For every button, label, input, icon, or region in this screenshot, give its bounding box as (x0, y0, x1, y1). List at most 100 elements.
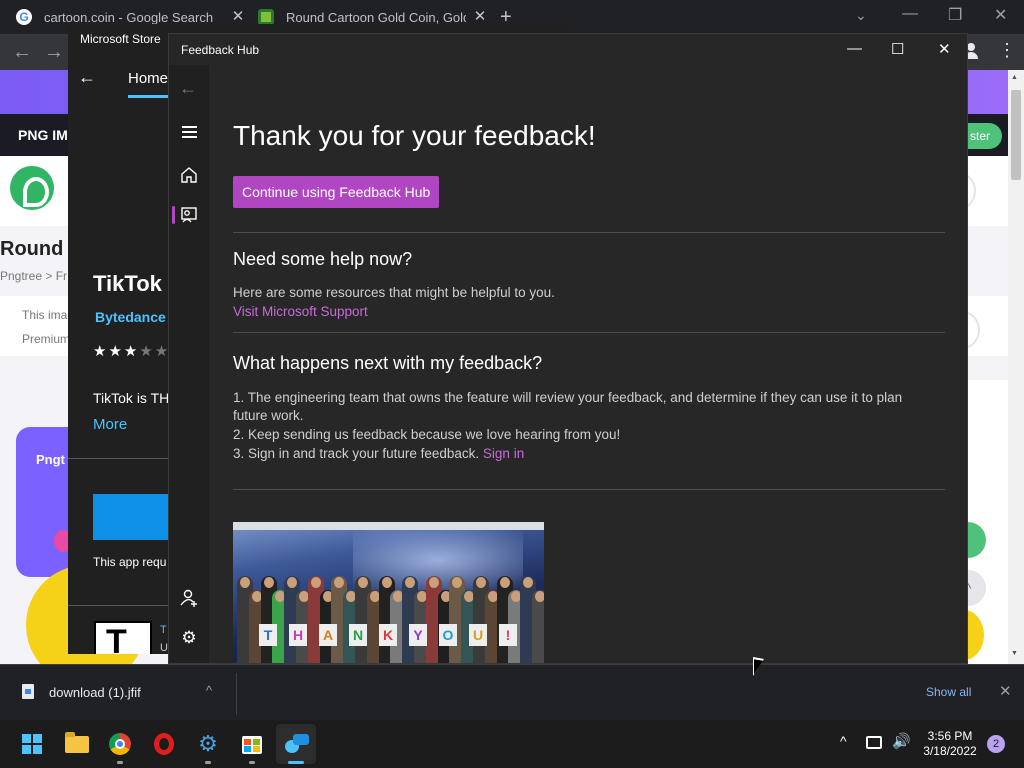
chrome-minimize-button[interactable]: — (902, 5, 918, 23)
browser-forward-button[interactable]: → (44, 41, 64, 64)
settings-taskbar-button[interactable]: ⚙ (188, 724, 228, 764)
show-all-downloads-button[interactable]: Show all (926, 685, 971, 699)
store-tab-home[interactable]: Home (128, 70, 168, 87)
download-options-chevron-icon[interactable]: ^ (206, 683, 212, 698)
fh-minimize-button[interactable]: — (847, 40, 862, 57)
notification-badge[interactable]: 2 (987, 735, 1005, 753)
hamburger-menu-icon[interactable] (179, 123, 199, 143)
photo-person-head (452, 577, 463, 588)
store-divider (68, 605, 168, 606)
photo-people-group (233, 572, 544, 663)
network-icon[interactable] (866, 736, 882, 749)
chrome-restore-button[interactable]: ❐ (948, 5, 962, 25)
close-downloads-bar-button[interactable]: ✕ (999, 682, 1012, 700)
photo-sign-letter: ! (499, 624, 517, 646)
running-indicator (117, 761, 123, 764)
breadcrumb[interactable]: Pngtree > Fr (0, 269, 67, 283)
tab-close-icon[interactable]: ✕ (472, 9, 488, 25)
scroll-up-arrow-icon[interactable]: ▲ (1011, 74, 1018, 81)
store-window-title: Microsoft Store (80, 32, 161, 46)
photo-sign-letter: A (319, 624, 337, 646)
active-indicator (288, 761, 304, 764)
fh-maximize-button[interactable]: ☐ (891, 40, 904, 58)
folder-icon (65, 732, 89, 753)
store-requirement-text: This app requ (93, 555, 167, 569)
photo-person-head (535, 591, 544, 602)
tab-title: Round Cartoon Gold Coin, Gold (286, 9, 466, 25)
photo-sign-letter: O (439, 624, 457, 646)
settings-gear-icon[interactable]: ⚙ (179, 628, 199, 648)
section-divider (233, 332, 945, 333)
photo-sign-letter: T (259, 624, 277, 646)
photo-sign-letter: H (289, 624, 307, 646)
store-back-button[interactable]: ← (78, 67, 96, 88)
home-icon[interactable] (179, 165, 199, 185)
downloads-bar: download (1).jfif ^ Show all ✕ (0, 664, 1024, 720)
start-button[interactable] (12, 724, 52, 764)
download-file-name[interactable]: download (1).jfif (49, 685, 141, 700)
photo-person-head (358, 577, 368, 588)
page-heading: Round (0, 238, 64, 260)
feedback-hub-taskbar-button[interactable] (276, 724, 316, 764)
feedback-hub-titlebar: Feedback Hub — ☐ ✕ (169, 34, 967, 65)
show-hidden-icons-chevron-icon[interactable]: ^ (840, 733, 847, 749)
photo-person-head (499, 577, 510, 588)
esrb-rating-link[interactable]: T (160, 624, 167, 636)
esrb-rating-icon (94, 621, 152, 654)
store-tab-indicator (128, 95, 168, 98)
microsoft-store-taskbar-button[interactable] (232, 724, 272, 764)
sign-in-link[interactable]: Sign in (483, 446, 524, 461)
photo-sign-letter: K (379, 624, 397, 646)
tab-search-chevron-icon[interactable]: ⌄ (855, 7, 867, 24)
store-publisher-link[interactable]: Bytedance (95, 309, 166, 325)
chrome-menu-icon[interactable]: ⋮ (998, 40, 1016, 61)
photo-person-head (334, 577, 345, 588)
chrome-taskbar-button[interactable] (100, 724, 140, 764)
opera-icon (154, 733, 174, 755)
google-favicon-icon (16, 9, 32, 25)
site-nav-title[interactable]: PNG IM (18, 127, 68, 143)
feedback-hub-title: Feedback Hub (181, 43, 260, 57)
running-indicator (249, 761, 255, 764)
add-account-icon[interactable] (179, 588, 199, 608)
browser-back-button[interactable]: ← (12, 41, 32, 64)
next-steps-title: What happens next with my feedback? (233, 353, 543, 373)
rating-empty-stars: ★★ (139, 343, 171, 360)
next-step-1-cont: future work. (233, 408, 304, 423)
feedback-hub-content: Thank you for your feedback! Continue us… (233, 65, 945, 663)
volume-icon[interactable]: 🔊 (892, 732, 911, 750)
feedback-hub-window: Feedback Hub — ☐ ✕ ← ⚙ Thank you for you… (168, 33, 968, 664)
photo-person-head (476, 577, 486, 588)
system-clock[interactable]: 3:56 PM 3/18/2022 (920, 729, 980, 759)
photo-person-head (381, 577, 392, 588)
license-text-1: This ima (22, 308, 68, 322)
continue-using-feedback-hub-button[interactable]: Continue using Feedback Hub (233, 176, 440, 208)
store-more-link[interactable]: More (93, 416, 127, 433)
store-divider (68, 458, 168, 459)
photo-sign-letter: U (469, 624, 487, 646)
pngtree-logo[interactable] (10, 166, 54, 210)
photo-sign-letter: N (349, 624, 367, 646)
store-install-button[interactable] (93, 494, 173, 540)
section-divider (233, 489, 945, 490)
navigation-rail: ← ⚙ (169, 65, 209, 663)
tab-close-icon[interactable]: ✕ (230, 9, 246, 25)
chrome-close-button[interactable]: ✕ (994, 5, 1007, 25)
page-scrollbar-thumb[interactable] (1011, 90, 1021, 180)
photo-ceiling (233, 522, 544, 530)
fh-close-button[interactable]: ✕ (938, 40, 951, 58)
next-step-1: 1. The engineering team that owns the fe… (233, 390, 903, 405)
photo-person-head (310, 577, 321, 588)
file-explorer-button[interactable] (56, 724, 96, 764)
clock-date: 3/18/2022 (923, 744, 977, 758)
opera-taskbar-button[interactable] (144, 724, 184, 764)
feedback-hub-icon (285, 734, 309, 754)
photo-person-head (405, 577, 416, 588)
scroll-down-arrow-icon[interactable]: ▼ (1011, 650, 1018, 657)
help-section-title: Need some help now? (233, 249, 413, 269)
feedback-icon[interactable] (179, 205, 199, 225)
esrb-rating-detail: U (160, 642, 168, 654)
visit-microsoft-support-link[interactable]: Visit Microsoft Support (233, 303, 368, 320)
photo-person-head (240, 577, 250, 588)
back-arrow-icon[interactable]: ← (179, 78, 199, 98)
